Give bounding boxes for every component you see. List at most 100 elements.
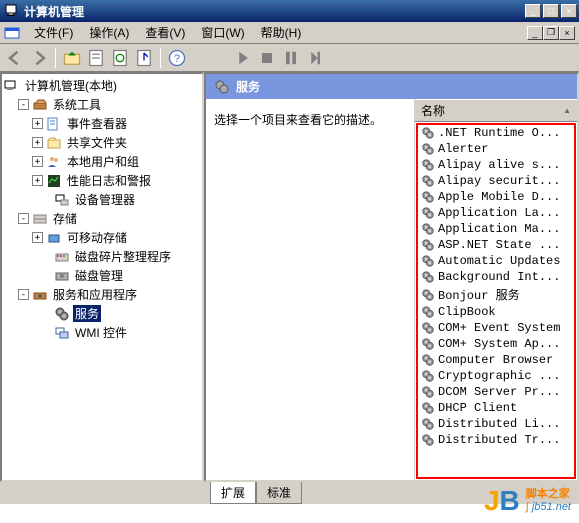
tree-perf-logs[interactable]: +性能日志和警报 bbox=[4, 171, 200, 190]
stop-button[interactable] bbox=[256, 47, 278, 69]
minimize-button[interactable]: _ bbox=[525, 4, 541, 18]
tree-label: 存储 bbox=[51, 210, 79, 227]
service-name: Distributed Tr... bbox=[438, 433, 560, 447]
expand-icon[interactable]: + bbox=[32, 232, 43, 243]
service-name: Automatic Updates bbox=[438, 254, 560, 268]
tree-label: 磁盘管理 bbox=[73, 267, 125, 284]
collapse-icon[interactable]: - bbox=[18, 289, 29, 300]
tree-root[interactable]: 计算机管理(本地) bbox=[4, 76, 200, 95]
gear-icon bbox=[421, 337, 435, 351]
menubar: 文件(F) 操作(A) 查看(V) 窗口(W) 帮助(H) _ ❐ × bbox=[0, 22, 579, 44]
app-icon bbox=[5, 3, 21, 19]
service-row[interactable]: Automatic Updates bbox=[418, 253, 574, 269]
toolbar: ? bbox=[0, 44, 579, 72]
play-button[interactable] bbox=[232, 47, 254, 69]
tree-shared-folders[interactable]: + 共享文件夹 bbox=[4, 133, 200, 152]
service-row[interactable]: Application La... bbox=[418, 205, 574, 221]
detail-header: 服务 bbox=[206, 74, 577, 99]
back-button[interactable] bbox=[4, 47, 26, 69]
service-name: Computer Browser bbox=[438, 353, 553, 367]
help-button[interactable]: ? bbox=[166, 47, 188, 69]
services-list: 名称 ▲ .NET Runtime O...AlerterAlipay aliv… bbox=[414, 99, 577, 480]
service-name: DHCP Client bbox=[438, 401, 517, 415]
refresh-button[interactable] bbox=[109, 47, 131, 69]
service-row[interactable]: Distributed Tr... bbox=[418, 432, 574, 448]
tree-disk-mgmt[interactable]: 磁盘管理 bbox=[4, 266, 200, 285]
tree-services-apps[interactable]: -服务和应用程序 bbox=[4, 285, 200, 304]
service-row[interactable]: Alipay securit... bbox=[418, 173, 574, 189]
service-row[interactable]: Apple Mobile D... bbox=[418, 189, 574, 205]
svg-text:?: ? bbox=[174, 52, 180, 64]
up-button[interactable] bbox=[61, 47, 83, 69]
service-row[interactable]: Distributed Li... bbox=[418, 416, 574, 432]
tree-storage[interactable]: - 存储 bbox=[4, 209, 200, 228]
menu-view[interactable]: 查看(V) bbox=[137, 22, 193, 43]
restart-button[interactable] bbox=[304, 47, 326, 69]
tree-label: 共享文件夹 bbox=[65, 134, 129, 151]
menu-help[interactable]: 帮助(H) bbox=[253, 22, 310, 43]
service-name: ClipBook bbox=[438, 305, 496, 319]
collapse-icon[interactable]: - bbox=[18, 213, 29, 224]
service-row[interactable]: COM+ System Ap... bbox=[418, 336, 574, 352]
service-row[interactable]: .NET Runtime O... bbox=[418, 125, 574, 141]
service-row[interactable]: DCOM Server Pr... bbox=[418, 384, 574, 400]
expand-icon[interactable]: + bbox=[32, 156, 43, 167]
mdi-minimize-button[interactable]: _ bbox=[527, 26, 543, 40]
gear-icon bbox=[421, 174, 435, 188]
pause-button[interactable] bbox=[280, 47, 302, 69]
tab-extended[interactable]: 扩展 bbox=[210, 482, 256, 504]
service-row[interactable]: ClipBook bbox=[418, 304, 574, 320]
tree-local-users[interactable]: +本地用户和组 bbox=[4, 152, 200, 171]
tree-event-viewer[interactable]: + 事件查看器 bbox=[4, 114, 200, 133]
expand-icon[interactable]: + bbox=[32, 137, 43, 148]
watermark-url: jb51.net bbox=[532, 501, 571, 513]
expand-icon[interactable]: + bbox=[32, 118, 43, 129]
menu-action[interactable]: 操作(A) bbox=[81, 22, 137, 43]
tree-wmi[interactable]: WMI 控件 bbox=[4, 323, 200, 342]
export-button[interactable] bbox=[133, 47, 155, 69]
tree-pane[interactable]: 计算机管理(本地) -系统工具 + 事件查看器 + 共享文件夹 +本地用户和组 +性… bbox=[0, 72, 204, 482]
service-row[interactable]: Computer Browser bbox=[418, 352, 574, 368]
service-row[interactable]: ASP.NET State ... bbox=[418, 237, 574, 253]
service-name: DCOM Server Pr... bbox=[438, 385, 560, 399]
service-name: ASP.NET State ... bbox=[438, 238, 560, 252]
forward-button[interactable] bbox=[28, 47, 50, 69]
list-body[interactable]: .NET Runtime O...AlerterAlipay alive s..… bbox=[416, 123, 576, 479]
service-name: Cryptographic ... bbox=[438, 369, 560, 383]
service-row[interactable]: Bonjour 服务 bbox=[418, 285, 574, 304]
column-header-name[interactable]: 名称 ▲ bbox=[415, 99, 577, 122]
service-name: COM+ System Ap... bbox=[438, 337, 560, 351]
tree-defrag[interactable]: 磁盘碎片整理程序 bbox=[4, 247, 200, 266]
properties-button[interactable] bbox=[85, 47, 107, 69]
menu-window[interactable]: 窗口(W) bbox=[193, 22, 252, 43]
collapse-icon[interactable]: - bbox=[18, 99, 29, 110]
service-row[interactable]: DHCP Client bbox=[418, 400, 574, 416]
tree-system-tools[interactable]: -系统工具 bbox=[4, 95, 200, 114]
close-button[interactable]: × bbox=[561, 4, 577, 18]
service-row[interactable]: Cryptographic ... bbox=[418, 368, 574, 384]
tree-services[interactable]: 服务 bbox=[4, 304, 200, 323]
tree-label: WMI 控件 bbox=[73, 324, 129, 341]
gear-icon bbox=[214, 79, 230, 95]
gear-icon bbox=[421, 369, 435, 383]
jb-logo-icon: JB bbox=[484, 485, 520, 517]
service-row[interactable]: Alipay alive s... bbox=[418, 157, 574, 173]
tree-removable[interactable]: +可移动存储 bbox=[4, 228, 200, 247]
service-name: Application La... bbox=[438, 206, 560, 220]
tab-standard[interactable]: 标准 bbox=[256, 482, 302, 504]
service-name: Distributed Li... bbox=[438, 417, 560, 431]
service-row[interactable]: COM+ Event System bbox=[418, 320, 574, 336]
tree-device-mgr[interactable]: 设备管理器 bbox=[4, 190, 200, 209]
service-row[interactable]: Background Int... bbox=[418, 269, 574, 285]
service-row[interactable]: Alerter bbox=[418, 141, 574, 157]
service-row[interactable]: Application Ma... bbox=[418, 221, 574, 237]
expand-icon[interactable]: + bbox=[32, 175, 43, 186]
maximize-button[interactable]: □ bbox=[543, 4, 559, 18]
mdi-close-button[interactable]: × bbox=[559, 26, 575, 40]
gear-icon bbox=[421, 433, 435, 447]
tree-label: 计算机管理(本地) bbox=[23, 77, 119, 94]
menu-file[interactable]: 文件(F) bbox=[26, 22, 81, 43]
mdi-restore-button[interactable]: ❐ bbox=[543, 26, 559, 40]
watermark-name: 脚本之家 bbox=[526, 488, 571, 501]
tree-label: 事件查看器 bbox=[65, 115, 129, 132]
